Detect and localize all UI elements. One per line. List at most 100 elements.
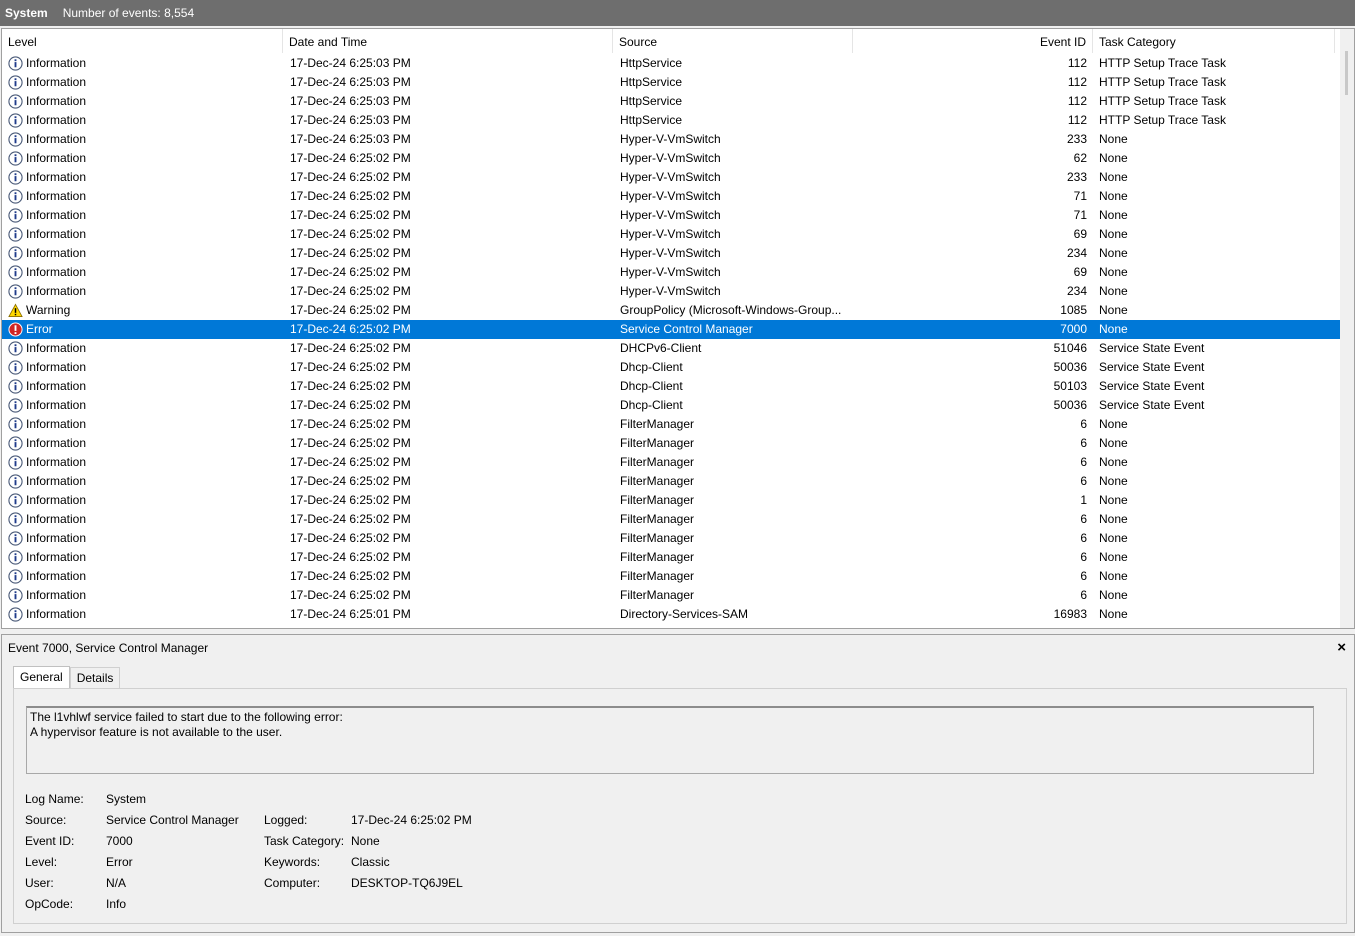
info-icon: [8, 341, 23, 356]
label-source: Source:: [25, 813, 67, 827]
event-row[interactable]: Information 17-Dec-24 6:25:02 PM FilterMan…: [2, 434, 1342, 453]
task-category-cell: None: [1099, 417, 1128, 431]
event-id-cell: 112: [1067, 113, 1087, 127]
event-row[interactable]: Information 17-Dec-24 6:25:02 PM Hyper-V-V…: [2, 187, 1342, 206]
tab-details[interactable]: Details: [69, 667, 121, 688]
event-row[interactable]: Information 17-Dec-24 6:25:03 PM HttpServi…: [2, 73, 1342, 92]
event-row[interactable]: Information 17-Dec-24 6:25:02 PM Hyper-V-V…: [2, 263, 1342, 282]
event-row[interactable]: Information 17-Dec-24 6:25:02 PM FilterMan…: [2, 453, 1342, 472]
label-computer: Computer:: [264, 876, 321, 890]
event-id-cell: 6: [1080, 531, 1087, 545]
info-icon: [8, 569, 23, 584]
general-tab-panel: The l1vhlwf service failed to start due …: [13, 688, 1347, 924]
info-icon: [8, 379, 23, 394]
task-category-cell: None: [1099, 151, 1128, 165]
event-row[interactable]: Information 17-Dec-24 6:25:03 PM HttpServi…: [2, 111, 1342, 130]
source-cell: Hyper-V-VmSwitch: [620, 170, 721, 184]
event-row[interactable]: Information 17-Dec-24 6:25:02 PM FilterMan…: [2, 472, 1342, 491]
event-row[interactable]: Information 17-Dec-24 6:25:03 PM HttpServi…: [2, 92, 1342, 111]
column-header-level[interactable]: Level: [2, 29, 283, 53]
level-text: Information: [26, 531, 87, 545]
column-header-date[interactable]: Date and Time: [283, 29, 613, 53]
tab-general[interactable]: General: [13, 666, 70, 688]
event-row[interactable]: Information 17-Dec-24 6:25:03 PM HttpServi…: [2, 54, 1342, 73]
level-text: Information: [26, 265, 87, 279]
info-icon: [8, 512, 23, 527]
event-row[interactable]: Information 17-Dec-24 6:25:02 PM FilterMan…: [2, 529, 1342, 548]
task-category-cell: None: [1099, 132, 1128, 146]
source-cell: Hyper-V-VmSwitch: [620, 132, 721, 146]
label-event-id: Event ID:: [25, 834, 75, 848]
event-id-cell: 50036: [1053, 398, 1087, 412]
event-row[interactable]: Information 17-Dec-24 6:25:02 PM Hyper-V-V…: [2, 149, 1342, 168]
event-id-cell: 71: [1073, 189, 1087, 203]
scrollbar-thumb[interactable]: [1345, 51, 1348, 95]
event-row[interactable]: Information 17-Dec-24 6:25:02 PM FilterMan…: [2, 586, 1342, 605]
event-row[interactable]: Information 17-Dec-24 6:25:02 PM FilterMan…: [2, 491, 1342, 510]
event-row[interactable]: Information 17-Dec-24 6:25:02 PM Dhcp-Clie…: [2, 358, 1342, 377]
source-cell: GroupPolicy (Microsoft-Windows-Group...: [620, 303, 842, 317]
event-row[interactable]: Information 17-Dec-24 6:25:02 PM Dhcp-Clie…: [2, 377, 1342, 396]
date-cell: 17-Dec-24 6:25:02 PM: [290, 417, 411, 431]
source-cell: Hyper-V-VmSwitch: [620, 246, 721, 260]
event-row[interactable]: Information 17-Dec-24 6:25:02 PM Hyper-V-V…: [2, 244, 1342, 263]
task-category-cell: None: [1099, 569, 1128, 583]
date-cell: 17-Dec-24 6:25:02 PM: [290, 398, 411, 412]
close-icon[interactable]: ×: [1337, 639, 1346, 656]
event-row[interactable]: Information 17-Dec-24 6:25:02 PM FilterMan…: [2, 510, 1342, 529]
task-category-cell: None: [1099, 170, 1128, 184]
level-text: Information: [26, 227, 87, 241]
event-row[interactable]: Information 17-Dec-24 6:25:02 PM FilterMan…: [2, 548, 1342, 567]
level-cell: Information: [2, 415, 283, 434]
event-row[interactable]: Information 17-Dec-24 6:25:03 PM Hyper-V-V…: [2, 130, 1342, 149]
source-cell: FilterManager: [620, 436, 695, 450]
source-cell: Dhcp-Client: [620, 360, 683, 374]
date-cell: 17-Dec-24 6:25:02 PM: [290, 341, 411, 355]
vertical-scrollbar[interactable]: [1340, 29, 1354, 628]
level-cell: Error: [2, 320, 283, 339]
event-list-header: Level Date and Time Source Event ID Task…: [2, 29, 1342, 53]
source-cell: FilterManager: [620, 569, 695, 583]
value-computer: DESKTOP-TQ6J9EL: [351, 876, 463, 890]
level-cell: Information: [2, 263, 283, 282]
event-id-cell: 69: [1073, 265, 1087, 279]
column-header-task-category[interactable]: Task Category: [1093, 29, 1335, 53]
date-cell: 17-Dec-24 6:25:02 PM: [290, 208, 411, 222]
level-cell: Information: [2, 130, 283, 149]
event-row[interactable]: Information 17-Dec-24 6:25:01 PM Directory…: [2, 605, 1342, 624]
date-cell: 17-Dec-24 6:25:01 PM: [290, 607, 411, 621]
source-cell: HttpService: [620, 75, 683, 89]
info-icon: [8, 607, 23, 622]
task-category-cell: None: [1099, 493, 1128, 507]
source-cell: FilterManager: [620, 474, 695, 488]
column-header-source[interactable]: Source: [613, 29, 853, 53]
event-row[interactable]: Error 17-Dec-24 6:25:02 PM Service Control…: [2, 320, 1342, 339]
date-cell: 17-Dec-24 6:25:02 PM: [290, 151, 411, 165]
event-row[interactable]: Information 17-Dec-24 6:25:02 PM FilterMan…: [2, 567, 1342, 586]
event-row[interactable]: Information 17-Dec-24 6:25:02 PM FilterMan…: [2, 415, 1342, 434]
event-row[interactable]: Information 17-Dec-24 6:25:02 PM Dhcp-Clie…: [2, 396, 1342, 415]
description-line: A hypervisor feature is not available to…: [30, 725, 283, 739]
label-log-name: Log Name:: [25, 792, 84, 806]
event-row[interactable]: Information 17-Dec-24 6:25:02 PM Hyper-V-V…: [2, 168, 1342, 187]
source-cell: Directory-Services-SAM: [620, 607, 749, 621]
task-category-cell: None: [1099, 303, 1128, 317]
event-row[interactable]: Information 17-Dec-24 6:25:02 PM Hyper-V-V…: [2, 206, 1342, 225]
source-cell: FilterManager: [620, 512, 695, 526]
level-text: Information: [26, 75, 87, 89]
event-row[interactable]: Information 17-Dec-24 6:25:02 PM Hyper-V-V…: [2, 282, 1342, 301]
level-text: Information: [26, 493, 87, 507]
column-header-event-id[interactable]: Event ID: [853, 29, 1093, 53]
event-description[interactable]: The l1vhlwf service failed to start due …: [26, 706, 1314, 774]
source-cell: FilterManager: [620, 493, 695, 507]
level-cell: Information: [2, 244, 283, 263]
event-row[interactable]: Warning 17-Dec-24 6:25:02 PM GroupPolicy (…: [2, 301, 1342, 320]
event-row[interactable]: Information 17-Dec-24 6:25:02 PM Hyper-V-V…: [2, 225, 1342, 244]
event-id-cell: 112: [1067, 94, 1087, 108]
event-row[interactable]: Information 17-Dec-24 6:25:02 PM DHCPv6-Cl…: [2, 339, 1342, 358]
event-list[interactable]: Level Date and Time Source Event ID Task…: [1, 28, 1355, 629]
task-category-cell: None: [1099, 512, 1128, 526]
event-id-cell: 6: [1080, 436, 1087, 450]
source-cell: FilterManager: [620, 455, 695, 469]
value-opcode: Info: [106, 897, 127, 911]
